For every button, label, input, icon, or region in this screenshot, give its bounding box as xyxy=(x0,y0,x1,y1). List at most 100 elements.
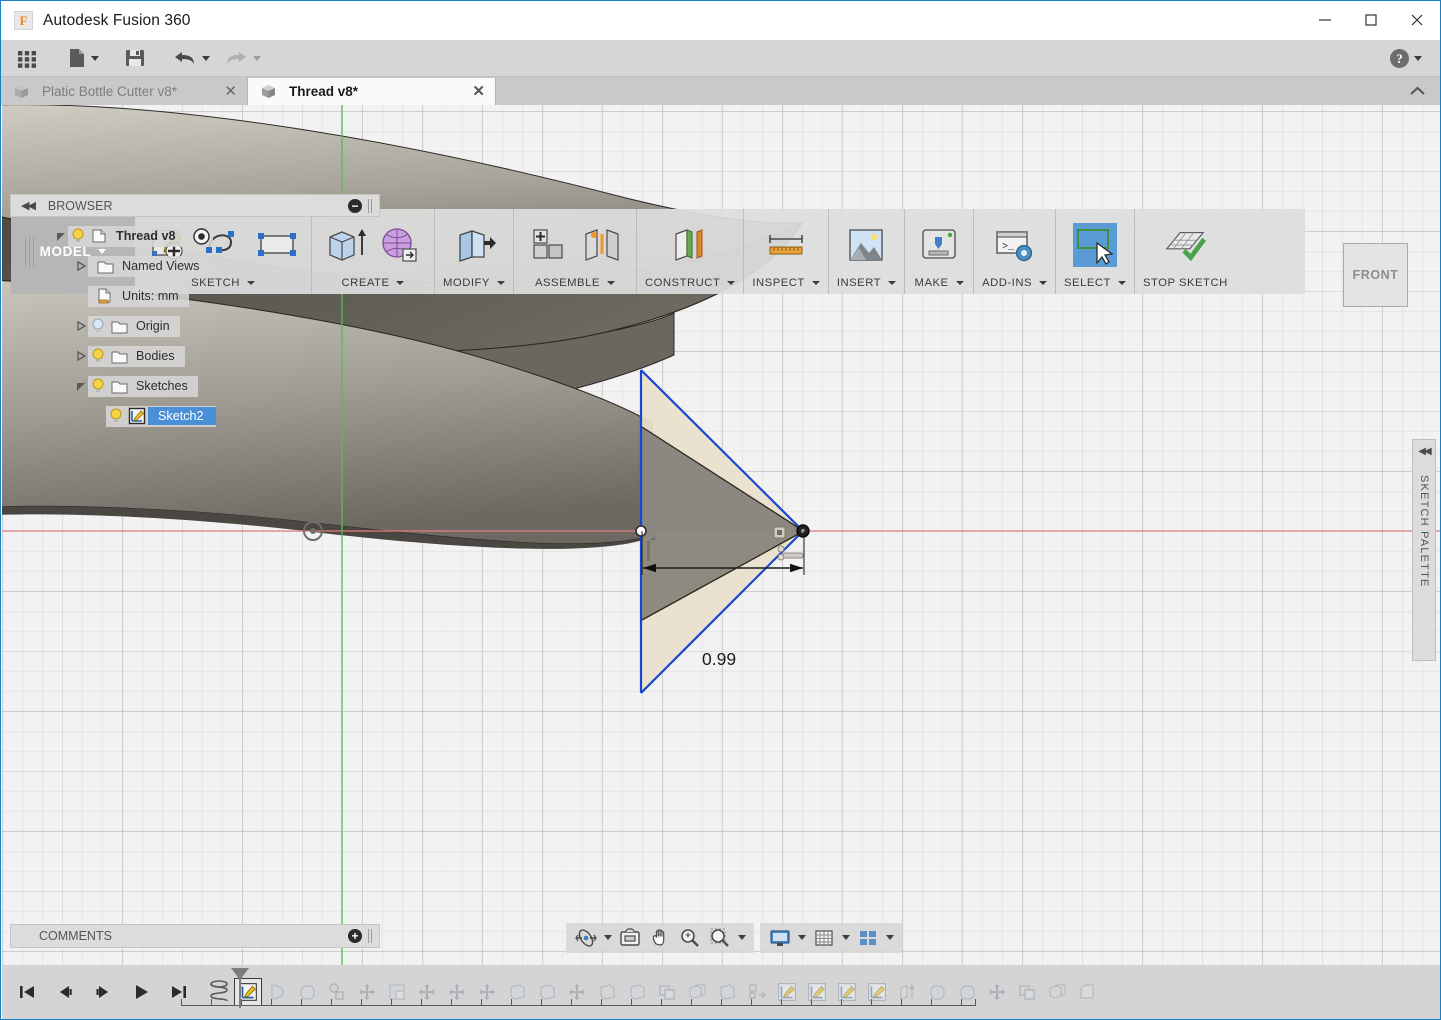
tree-item-sketch2[interactable]: Sketch2 xyxy=(10,405,380,427)
redo-button[interactable] xyxy=(224,49,261,67)
timeline-feature-move-1[interactable] xyxy=(352,977,382,1007)
timeline-feature-shell[interactable] xyxy=(382,977,412,1007)
go-to-end-button[interactable] xyxy=(164,977,194,1007)
pan-hand-icon[interactable] xyxy=(648,926,672,950)
tree-item-origin[interactable]: Origin xyxy=(10,315,380,337)
maximize-icon[interactable] xyxy=(1348,1,1394,39)
timeline-feature-sketch-b[interactable] xyxy=(802,977,832,1007)
zoom-magnifier-icon[interactable] xyxy=(678,926,702,950)
tree-item-named-views[interactable]: Named Views xyxy=(10,255,380,277)
tree-item-thread[interactable]: Thread v8 xyxy=(10,225,380,247)
visibility-bulb-icon[interactable] xyxy=(88,316,108,336)
double-chevron-left-icon[interactable]: ◀◀ xyxy=(1418,446,1431,457)
ribbon-group-label[interactable]: SELECT xyxy=(1064,277,1126,290)
chevron-down-icon[interactable] xyxy=(738,935,746,940)
timeline-feature-body-3[interactable] xyxy=(592,977,622,1007)
visibility-bulb-icon[interactable] xyxy=(88,346,108,366)
timeline-track[interactable] xyxy=(181,999,976,1006)
collapse-arrow-icon[interactable] xyxy=(74,319,88,333)
visibility-bulb-icon[interactable] xyxy=(106,406,126,426)
timeline-feature-revolve[interactable] xyxy=(262,977,292,1007)
close-icon[interactable] xyxy=(1394,1,1440,39)
timeline-feature-cylinder-2[interactable] xyxy=(922,977,952,1007)
expand-arrow-icon[interactable] xyxy=(54,229,68,243)
timeline-feature-body-2[interactable] xyxy=(532,977,562,1007)
scripts-addins-icon[interactable]: >_ xyxy=(993,223,1037,267)
timeline-feature-cylinder-3[interactable] xyxy=(952,977,982,1007)
tree-item-bodies[interactable]: Bodies xyxy=(10,345,380,367)
collapse-tabs-button[interactable] xyxy=(1409,84,1426,101)
timeline-feature-move-5[interactable] xyxy=(562,977,592,1007)
timeline-feature-extrude[interactable] xyxy=(892,977,922,1007)
tree-item-units[interactable]: Units: mm xyxy=(10,285,380,307)
play-button[interactable] xyxy=(126,977,156,1007)
collapse-arrow-icon[interactable] xyxy=(74,349,88,363)
dimension-value-label[interactable]: 0.99 xyxy=(702,649,736,670)
timeline-feature-thread[interactable] xyxy=(322,977,352,1007)
offset-plane-icon[interactable] xyxy=(668,223,712,267)
stop-sketch-icon[interactable] xyxy=(1163,223,1207,267)
orbit-icon[interactable] xyxy=(574,926,598,950)
close-icon[interactable]: ✕ xyxy=(472,84,485,99)
press-pull-icon[interactable] xyxy=(452,223,496,267)
timeline-feature-fillet[interactable] xyxy=(1072,977,1102,1007)
new-component-icon[interactable] xyxy=(526,223,570,267)
ribbon-group-label[interactable]: ADD-INS xyxy=(982,277,1048,290)
timeline-feature-move-3[interactable] xyxy=(442,977,472,1007)
timeline-feature-copy-2[interactable] xyxy=(1042,977,1072,1007)
timeline-feature-sketch-c[interactable] xyxy=(832,977,862,1007)
chevron-down-icon[interactable] xyxy=(604,935,612,940)
collapse-arrow-icon[interactable] xyxy=(74,259,88,273)
timeline-feature-pattern[interactable] xyxy=(742,977,772,1007)
view-cube[interactable]: FRONT xyxy=(1343,243,1408,307)
document-tab-active[interactable]: Thread v8* ✕ xyxy=(248,78,496,105)
timeline-feature-move-2[interactable] xyxy=(412,977,442,1007)
monitor-icon[interactable] xyxy=(768,926,792,950)
ribbon-group-label[interactable]: ASSEMBLE xyxy=(535,277,615,290)
measure-icon[interactable] xyxy=(764,223,808,267)
select-cursor-icon[interactable] xyxy=(1072,223,1117,267)
save-button[interactable] xyxy=(125,48,145,68)
grid-snap-icon[interactable] xyxy=(812,926,836,950)
minimize-icon[interactable] xyxy=(1302,1,1348,39)
visibility-bulb-icon[interactable] xyxy=(68,226,88,246)
3d-print-icon[interactable] xyxy=(917,223,961,267)
timeline-feature-sketch-a[interactable] xyxy=(772,977,802,1007)
close-icon[interactable]: ✕ xyxy=(224,84,237,99)
timeline-feature-body-1[interactable] xyxy=(502,977,532,1007)
go-to-beginning-button[interactable] xyxy=(12,977,42,1007)
expand-circle-icon[interactable]: + xyxy=(348,929,362,943)
chevron-down-icon[interactable] xyxy=(798,935,806,940)
chevron-down-icon[interactable] xyxy=(842,935,850,940)
timeline-feature-cylinder[interactable] xyxy=(292,977,322,1007)
timeline-feature-combine[interactable] xyxy=(652,977,682,1007)
ribbon-group-label[interactable]: INSERT xyxy=(837,277,897,290)
look-at-icon[interactable] xyxy=(618,926,642,950)
undo-button[interactable] xyxy=(173,49,210,67)
activate-component-icon[interactable] xyxy=(189,225,213,247)
sketch-palette-tab[interactable]: ◀◀ SKETCH PALETTE xyxy=(1412,439,1436,661)
ribbon-group-label[interactable]: MODIFY xyxy=(443,277,505,290)
playhead-marker-icon[interactable] xyxy=(229,968,251,1013)
ribbon-group-label[interactable]: CONSTRUCT xyxy=(645,277,736,290)
file-menu-button[interactable] xyxy=(68,48,99,68)
show-data-panel-button[interactable] xyxy=(16,47,38,69)
chevron-down-icon[interactable] xyxy=(886,935,894,940)
tree-item-sketches[interactable]: Sketches xyxy=(10,375,380,397)
fit-magnifier-icon[interactable] xyxy=(708,926,732,950)
help-button[interactable]: ? xyxy=(1390,40,1422,77)
step-back-button[interactable] xyxy=(50,977,80,1007)
panel-resize-grip[interactable] xyxy=(368,929,373,943)
insert-image-icon[interactable] xyxy=(844,223,888,267)
document-tab-inactive[interactable]: Platic Bottle Cutter v8* ✕ xyxy=(1,78,248,105)
ribbon-group-label[interactable]: MAKE xyxy=(915,277,964,290)
viewports-icon[interactable] xyxy=(856,926,880,950)
form-icon[interactable] xyxy=(378,223,422,267)
double-chevron-left-icon[interactable]: ◀◀ xyxy=(21,199,36,212)
timeline-feature-body-5[interactable] xyxy=(712,977,742,1007)
ribbon-group-label[interactable]: STOP SKETCH xyxy=(1143,277,1228,290)
timeline-feature-copy[interactable] xyxy=(682,977,712,1007)
timeline-feature-move-4[interactable] xyxy=(472,977,502,1007)
timeline-feature-combine-2[interactable] xyxy=(1012,977,1042,1007)
timeline-feature-move-6[interactable] xyxy=(982,977,1012,1007)
